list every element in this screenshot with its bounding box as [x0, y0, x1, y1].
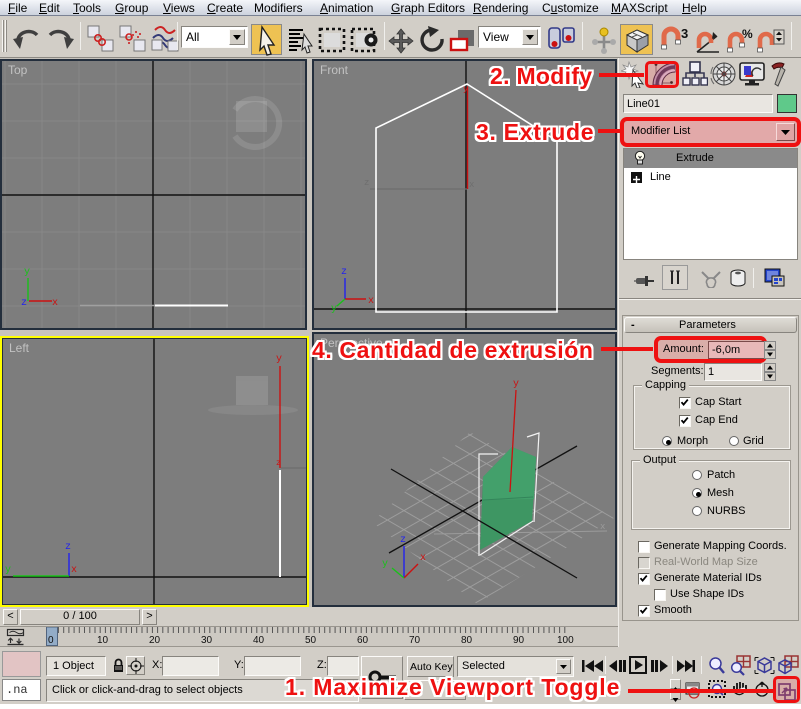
svg-text:20: 20: [149, 635, 161, 646]
svg-text:z: z: [364, 178, 369, 188]
svg-text:3: 3: [681, 26, 688, 41]
svg-text:y: y: [331, 304, 337, 315]
svg-text:z: z: [400, 535, 406, 546]
svg-text:80: 80: [461, 635, 473, 646]
svg-text:100: 100: [557, 635, 574, 646]
svg-text:z: z: [21, 298, 27, 309]
svg-text:y: y: [513, 379, 519, 390]
svg-text:70: 70: [409, 635, 421, 646]
svg-text:50: 50: [305, 635, 317, 646]
svg-text:y: y: [382, 559, 388, 570]
svg-text:30: 30: [201, 635, 213, 646]
svg-text:%: %: [742, 27, 753, 41]
svg-text:x: x: [469, 180, 474, 190]
svg-text:40: 40: [253, 635, 265, 646]
svg-text:y: y: [276, 354, 282, 365]
svg-text:z: z: [276, 459, 281, 468]
svg-text:x: x: [600, 522, 605, 532]
svg-text:10: 10: [97, 635, 109, 646]
svg-text:z: z: [65, 542, 71, 553]
svg-text:z: z: [341, 267, 347, 278]
svg-text:60: 60: [357, 635, 369, 646]
svg-text:y: y: [24, 267, 30, 278]
svg-text:x: x: [420, 553, 426, 564]
svg-text:x: x: [368, 296, 374, 307]
svg-text:x: x: [71, 565, 77, 576]
svg-text:y: y: [5, 565, 11, 576]
svg-text:90: 90: [513, 635, 525, 646]
svg-text:x: x: [52, 298, 58, 309]
svg-text:0: 0: [48, 635, 54, 646]
